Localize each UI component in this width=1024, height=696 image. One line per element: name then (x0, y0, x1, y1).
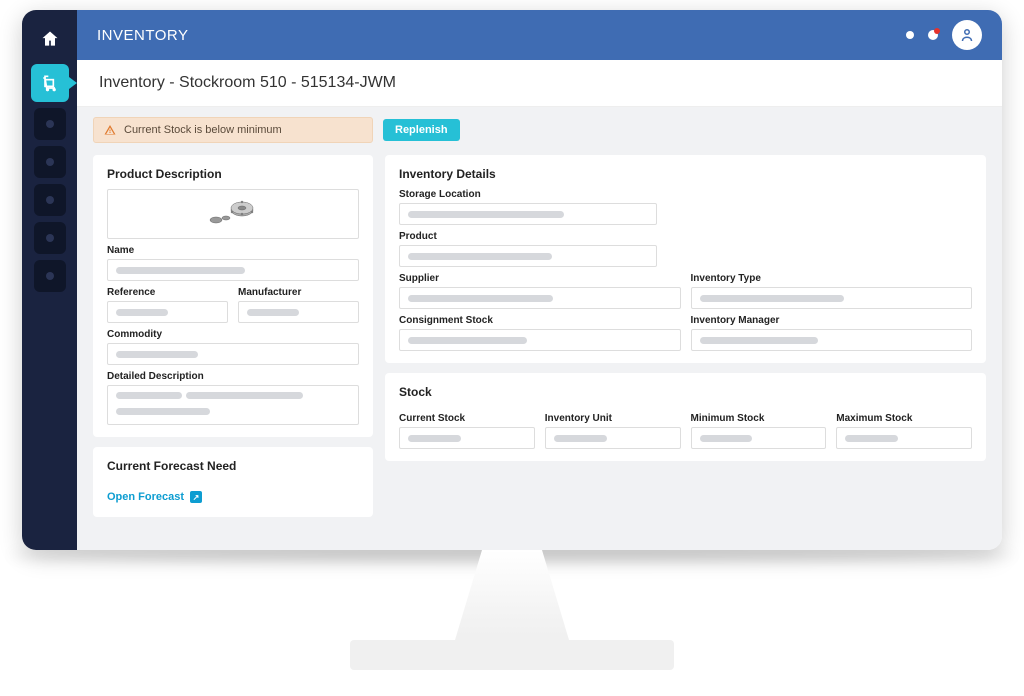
sidebar-item-home[interactable] (31, 20, 69, 58)
notification-icon[interactable] (928, 30, 938, 40)
sidebar-item-inventory[interactable] (31, 64, 69, 102)
current-stock-input[interactable] (399, 427, 535, 449)
name-input[interactable] (107, 259, 359, 281)
maximum-stock-label: Maximum Stock (836, 413, 972, 424)
dot-icon (46, 272, 54, 280)
cart-icon (40, 73, 60, 93)
sidebar (22, 10, 77, 550)
inventory-unit-label: Inventory Unit (545, 413, 681, 424)
stock-card: Stock Current Stock Inventory Unit (385, 373, 986, 461)
card-title: Inventory Details (399, 167, 972, 181)
alert-low-stock: Current Stock is below minimum (93, 117, 373, 143)
detailed-desc-label: Detailed Description (107, 371, 359, 382)
name-label: Name (107, 245, 359, 256)
dot-icon (46, 196, 54, 204)
monitor-stand-base (350, 640, 674, 670)
monitor-stand-neck (452, 550, 572, 650)
open-forecast-link[interactable]: Open Forecast ↗ (107, 491, 202, 503)
status-indicator[interactable] (906, 31, 914, 39)
current-stock-label: Current Stock (399, 413, 535, 424)
product-label: Product (399, 231, 972, 242)
app-window: INVENTORY Inventory - Stockroom 510 - 51… (22, 10, 1002, 550)
inventory-manager-input[interactable] (691, 329, 973, 351)
forecast-card: Current Forecast Need Open Forecast ↗ (93, 447, 373, 517)
inventory-manager-label: Inventory Manager (691, 315, 973, 326)
card-title: Product Description (107, 167, 359, 181)
inventory-type-label: Inventory Type (691, 273, 973, 284)
minimum-stock-label: Minimum Stock (691, 413, 827, 424)
notification-badge (934, 28, 940, 34)
page-title: INVENTORY (97, 27, 188, 44)
inventory-details-card: Inventory Details Storage Location Produ… (385, 155, 986, 363)
content: Inventory - Stockroom 510 - 515134-JWM C… (77, 60, 1002, 550)
sidebar-item-4[interactable] (34, 146, 66, 178)
reference-input[interactable] (107, 301, 228, 323)
replenish-button[interactable]: Replenish (383, 119, 460, 141)
minimum-stock-input[interactable] (691, 427, 827, 449)
main-area: INVENTORY Inventory - Stockroom 510 - 51… (77, 10, 1002, 550)
sidebar-item-7[interactable] (34, 260, 66, 292)
consignment-label: Consignment Stock (399, 315, 681, 326)
product-image (107, 189, 359, 239)
forecast-link-label: Open Forecast (107, 491, 184, 503)
forecast-title: Current Forecast Need (107, 459, 359, 473)
warning-icon (104, 124, 116, 136)
storage-location-input[interactable] (399, 203, 657, 225)
supplier-label: Supplier (399, 273, 681, 284)
dot-icon (46, 234, 54, 242)
gears-icon (198, 196, 268, 232)
sidebar-item-5[interactable] (34, 184, 66, 216)
topbar-right (906, 20, 982, 50)
stock-title: Stock (399, 385, 972, 399)
commodity-input[interactable] (107, 343, 359, 365)
alert-row: Current Stock is below minimum Replenish (93, 117, 986, 143)
product-input[interactable] (399, 245, 657, 267)
content-body: Current Stock is below minimum Replenish… (77, 107, 1002, 533)
right-column: Inventory Details Storage Location Produ… (385, 155, 986, 517)
consignment-input[interactable] (399, 329, 681, 351)
product-description-card: Product Description (93, 155, 373, 437)
supplier-input[interactable] (399, 287, 681, 309)
breadcrumb: Inventory - Stockroom 510 - 515134-JWM (77, 60, 1002, 107)
inventory-type-input[interactable] (691, 287, 973, 309)
manufacturer-input[interactable] (238, 301, 359, 323)
detailed-desc-input[interactable] (107, 385, 359, 425)
maximum-stock-input[interactable] (836, 427, 972, 449)
commodity-label: Commodity (107, 329, 359, 340)
reference-label: Reference (107, 287, 228, 298)
sidebar-item-3[interactable] (34, 108, 66, 140)
inventory-unit-input[interactable] (545, 427, 681, 449)
alert-text: Current Stock is below minimum (124, 124, 282, 136)
manufacturer-label: Manufacturer (238, 287, 359, 298)
storage-location-label: Storage Location (399, 189, 972, 200)
dot-icon (46, 158, 54, 166)
avatar[interactable] (952, 20, 982, 50)
home-icon (40, 29, 60, 49)
dot-icon (46, 120, 54, 128)
topbar: INVENTORY (77, 10, 1002, 60)
external-link-icon: ↗ (190, 491, 202, 503)
sidebar-item-6[interactable] (34, 222, 66, 254)
left-column: Product Description (93, 155, 373, 517)
person-icon (958, 26, 976, 44)
